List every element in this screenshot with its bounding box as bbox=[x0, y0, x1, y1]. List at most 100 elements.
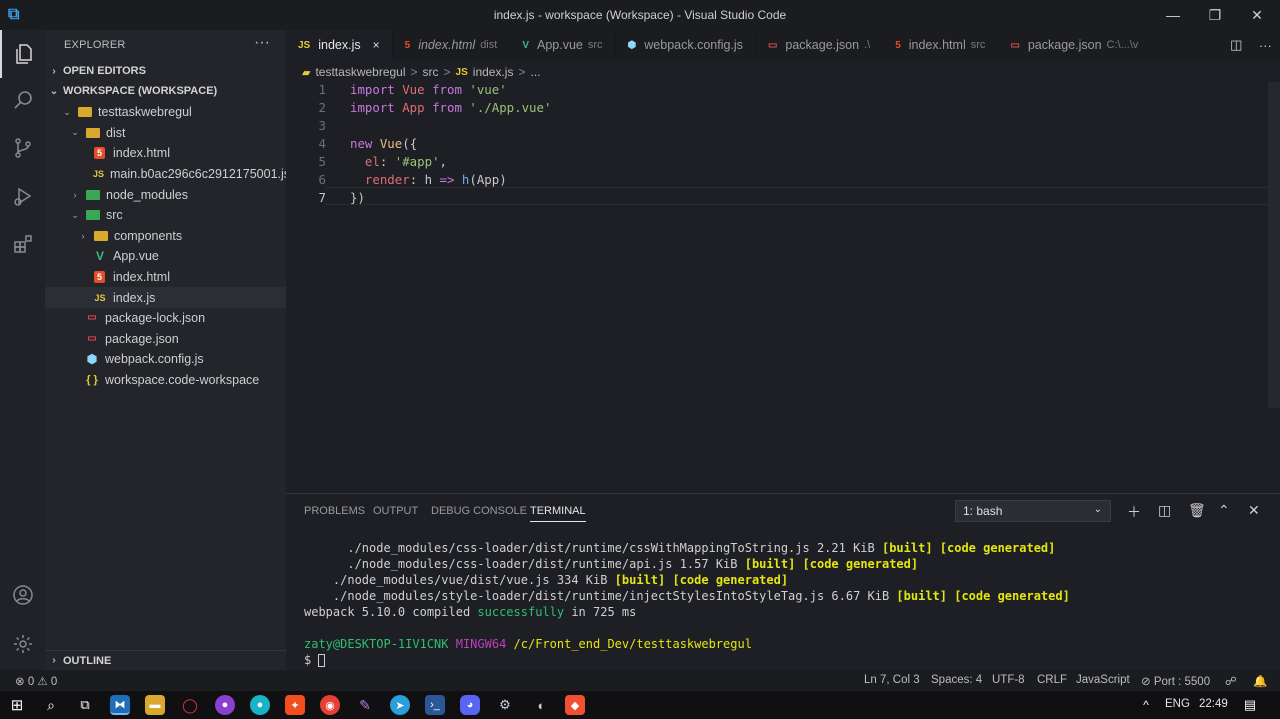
tree-folder-src[interactable]: ⌄ src bbox=[45, 205, 286, 226]
feather-icon[interactable]: ✎ bbox=[355, 695, 375, 715]
status-bar: ⊗ 0 ⚠ 0 Ln 7, Col 3 Spaces: 4 UTF-8 CRLF… bbox=[0, 670, 1280, 691]
close-window-icon[interactable]: ✕ bbox=[1236, 0, 1278, 30]
windows-taskbar: ⊞ ⌕ ⧉ ⧓ ▬ ◯ ● ● ✦ ◉ ✎ ➤ ›_ ◕ ⚙ ◖ ◆ ^ ENG… bbox=[0, 691, 1280, 719]
html-icon: 5 bbox=[404, 39, 411, 51]
file-explorer-icon[interactable]: ▬ bbox=[145, 695, 165, 715]
code-editor[interactable]: 1 2 3 4 5 6 7 import Vue from 'vue' impo… bbox=[286, 82, 1280, 493]
feedback-icon[interactable]: ☍ bbox=[1225, 674, 1237, 688]
terminal-input[interactable]: $ bbox=[304, 653, 326, 667]
run-debug-icon[interactable] bbox=[0, 172, 45, 220]
terminal-prompt: zaty@DESKTOP-1IV1CNK MINGW64 /c/Front_en… bbox=[304, 637, 752, 651]
tree-file-main-js[interactable]: JS main.b0ac296c6c2912175001.js bbox=[45, 164, 290, 185]
breadcrumb-folder[interactable]: src bbox=[423, 65, 439, 79]
tab-webpack-config[interactable]: ⬢ webpack.config.js bbox=[616, 30, 756, 60]
live-server-port[interactable]: ⊘ Port : 5500 bbox=[1141, 674, 1210, 688]
tree-folder-dist[interactable]: ⌄ dist bbox=[45, 123, 286, 144]
account-icon[interactable] bbox=[0, 571, 45, 619]
tab-debug-console[interactable]: DEBUG CONSOLE bbox=[431, 505, 527, 517]
editor-scrollbar[interactable] bbox=[1268, 82, 1280, 408]
tree-folder-node-modules[interactable]: › node_modules bbox=[45, 184, 286, 205]
tab-package-json-root[interactable]: ▭ package.json .\ bbox=[756, 30, 884, 60]
app-icon[interactable]: ● bbox=[250, 695, 270, 715]
trash-icon[interactable]: 🗑 bbox=[1188, 502, 1206, 519]
powershell-icon[interactable]: ›_ bbox=[425, 695, 445, 715]
extensions-icon[interactable] bbox=[0, 220, 45, 268]
figma-icon[interactable]: ✦ bbox=[285, 695, 305, 715]
cursor-position[interactable]: Ln 7, Col 3 bbox=[864, 674, 920, 686]
app-icon[interactable]: ◖ bbox=[530, 695, 550, 715]
input-language[interactable]: ENG bbox=[1165, 698, 1190, 710]
tree-file-dist-index-html[interactable]: 5 index.html bbox=[45, 143, 286, 164]
search-icon[interactable] bbox=[0, 76, 45, 124]
encoding[interactable]: UTF-8 bbox=[992, 674, 1025, 686]
tree-folder-testtaskwebregul[interactable]: ⌄ testtaskwebregul bbox=[45, 102, 286, 123]
chevron-down-icon: ⌄ bbox=[63, 106, 71, 117]
terminal-select[interactable]: 1: bash ⌄ bbox=[955, 500, 1111, 522]
eol[interactable]: CRLF bbox=[1037, 674, 1067, 686]
tab-package-json-path[interactable]: ▭ package.json C:\...\v bbox=[998, 30, 1150, 60]
folder-icon bbox=[86, 127, 100, 138]
editor-tabs: JS index.js × 5 index.html dist V App.vu… bbox=[286, 30, 1280, 60]
new-terminal-icon[interactable]: ＋ bbox=[1127, 502, 1141, 522]
telegram-icon[interactable]: ➤ bbox=[390, 695, 410, 715]
more-actions-icon[interactable]: ··· bbox=[1259, 38, 1272, 53]
settings-gear-icon[interactable] bbox=[0, 620, 45, 668]
source-control-icon[interactable] bbox=[0, 124, 45, 172]
line-number: 6 bbox=[318, 172, 326, 187]
close-panel-icon[interactable]: ✕ bbox=[1248, 502, 1260, 519]
more-actions-icon[interactable]: ··· bbox=[254, 34, 270, 52]
git-icon[interactable]: ◆ bbox=[565, 695, 585, 715]
windows-start-icon[interactable]: ⊞ bbox=[7, 695, 27, 715]
tab-index-js[interactable]: JS index.js × bbox=[286, 30, 393, 60]
notifications-icon[interactable]: 🔔 bbox=[1253, 674, 1267, 688]
tab-app-vue[interactable]: V App.vue src bbox=[510, 30, 616, 60]
language-mode[interactable]: JavaScript bbox=[1076, 674, 1130, 686]
restore-icon[interactable]: ❐ bbox=[1194, 0, 1236, 30]
outline-section[interactable]: › OUTLINE bbox=[45, 650, 286, 670]
terminal-line: ./node_modules/style-loader/dist/runtime… bbox=[304, 589, 1070, 603]
tab-index-html-src[interactable]: 5 index.html src bbox=[883, 30, 999, 60]
tree-file-index-js[interactable]: JS index.js bbox=[45, 287, 286, 308]
tree-file-workspace[interactable]: { } workspace.code-workspace bbox=[45, 370, 286, 391]
tree-file-webpack-config[interactable]: ⬢ webpack.config.js bbox=[45, 349, 286, 370]
search-icon[interactable]: ⌕ bbox=[41, 695, 61, 715]
tree-file-src-index-html[interactable]: 5 index.html bbox=[45, 267, 286, 288]
breadcrumb: ▰ testtaskwebregul > src > JS index.js >… bbox=[286, 62, 541, 82]
tab-terminal[interactable]: TERMINAL bbox=[530, 505, 586, 522]
clock[interactable]: 22:49 bbox=[1199, 698, 1228, 710]
html-icon: 5 bbox=[94, 147, 105, 160]
split-terminal-icon[interactable]: ◫ bbox=[1158, 502, 1171, 519]
indentation[interactable]: Spaces: 4 bbox=[931, 674, 982, 686]
chrome-icon[interactable]: ◉ bbox=[320, 695, 340, 715]
tab-output[interactable]: OUTPUT bbox=[373, 505, 418, 517]
tree-file-app-vue[interactable]: V App.vue bbox=[45, 246, 286, 267]
task-view-icon[interactable]: ⧉ bbox=[75, 695, 95, 715]
window-title: index.js - workspace (Workspace) - Visua… bbox=[493, 8, 787, 22]
breadcrumb-tail[interactable]: ... bbox=[530, 65, 540, 79]
breadcrumb-file[interactable]: index.js bbox=[473, 65, 514, 79]
problems-status[interactable]: ⊗ 0 ⚠ 0 bbox=[15, 674, 57, 688]
breadcrumb-root[interactable]: testtaskwebregul bbox=[315, 65, 405, 79]
split-editor-icon[interactable]: ◫ bbox=[1230, 37, 1242, 53]
action-center-icon[interactable]: ▤ bbox=[1240, 695, 1260, 715]
vscode-taskbar-icon[interactable]: ⧓ bbox=[110, 695, 130, 715]
steam-icon[interactable]: ⚙ bbox=[495, 695, 515, 715]
discord-icon[interactable]: ◕ bbox=[460, 695, 480, 715]
chevron-down-icon: ⌄ bbox=[71, 209, 79, 220]
tab-index-html-dist[interactable]: 5 index.html dist bbox=[393, 30, 511, 60]
tab-problems[interactable]: PROBLEMS bbox=[304, 505, 365, 517]
code-line: new Vue({ bbox=[350, 136, 418, 151]
minimize-icon[interactable]: — bbox=[1152, 0, 1194, 30]
maximize-panel-icon[interactable]: ⌃ bbox=[1218, 502, 1230, 519]
workspace-section[interactable]: ⌄ WORKSPACE (WORKSPACE) bbox=[45, 81, 286, 101]
chevron-down-icon: ⌄ bbox=[1093, 504, 1102, 515]
explorer-icon[interactable] bbox=[0, 30, 45, 78]
close-tab-icon[interactable]: × bbox=[373, 38, 380, 52]
tree-file-package-json[interactable]: ▭ package.json bbox=[45, 329, 286, 350]
opera-icon[interactable]: ◯ bbox=[180, 695, 200, 715]
app-icon[interactable]: ● bbox=[215, 695, 235, 715]
tray-chevron-up-icon[interactable]: ^ bbox=[1136, 695, 1156, 715]
tree-folder-components[interactable]: › components bbox=[45, 226, 286, 247]
tree-file-package-lock-json[interactable]: ▭ package-lock.json bbox=[45, 308, 286, 329]
open-editors-section[interactable]: › OPEN EDITORS bbox=[45, 61, 286, 81]
